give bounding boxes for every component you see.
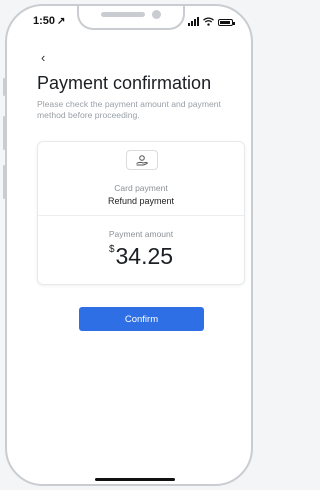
camera bbox=[152, 10, 161, 19]
payment-method-label: Card payment bbox=[114, 183, 168, 193]
battery-icon bbox=[218, 19, 235, 26]
hand-money-icon bbox=[126, 150, 158, 170]
phone-frame: 1:50 ↗ ‹ Payment confirmation Please chec… bbox=[5, 4, 253, 486]
payment-method-value: Refund payment bbox=[107, 196, 175, 206]
status-bar-time: 1:50 ↗ bbox=[33, 15, 65, 27]
signal-icon bbox=[188, 17, 199, 26]
page-title: Payment confirmation bbox=[37, 73, 212, 93]
notch bbox=[77, 6, 185, 30]
card-divider bbox=[38, 215, 244, 216]
wifi-icon bbox=[203, 17, 214, 26]
currency-symbol: $ bbox=[108, 244, 115, 255]
time-text: 1:50 bbox=[33, 15, 56, 27]
payment-amount: $34.25 bbox=[38, 243, 244, 270]
location-arrow-icon: ↗ bbox=[57, 16, 66, 27]
amount-value: 34.25 bbox=[115, 243, 174, 269]
back-button[interactable]: ‹ bbox=[41, 50, 45, 65]
payment-summary-card: Card payment Refund payment Payment amou… bbox=[37, 141, 245, 285]
page-subtitle: Please check the payment amount and paym… bbox=[37, 99, 221, 120]
speaker bbox=[101, 12, 145, 17]
confirm-button[interactable]: Confirm bbox=[79, 307, 204, 331]
payment-amount-label: Payment amount bbox=[108, 229, 174, 239]
home-indicator bbox=[95, 478, 175, 481]
status-icons bbox=[188, 17, 235, 26]
